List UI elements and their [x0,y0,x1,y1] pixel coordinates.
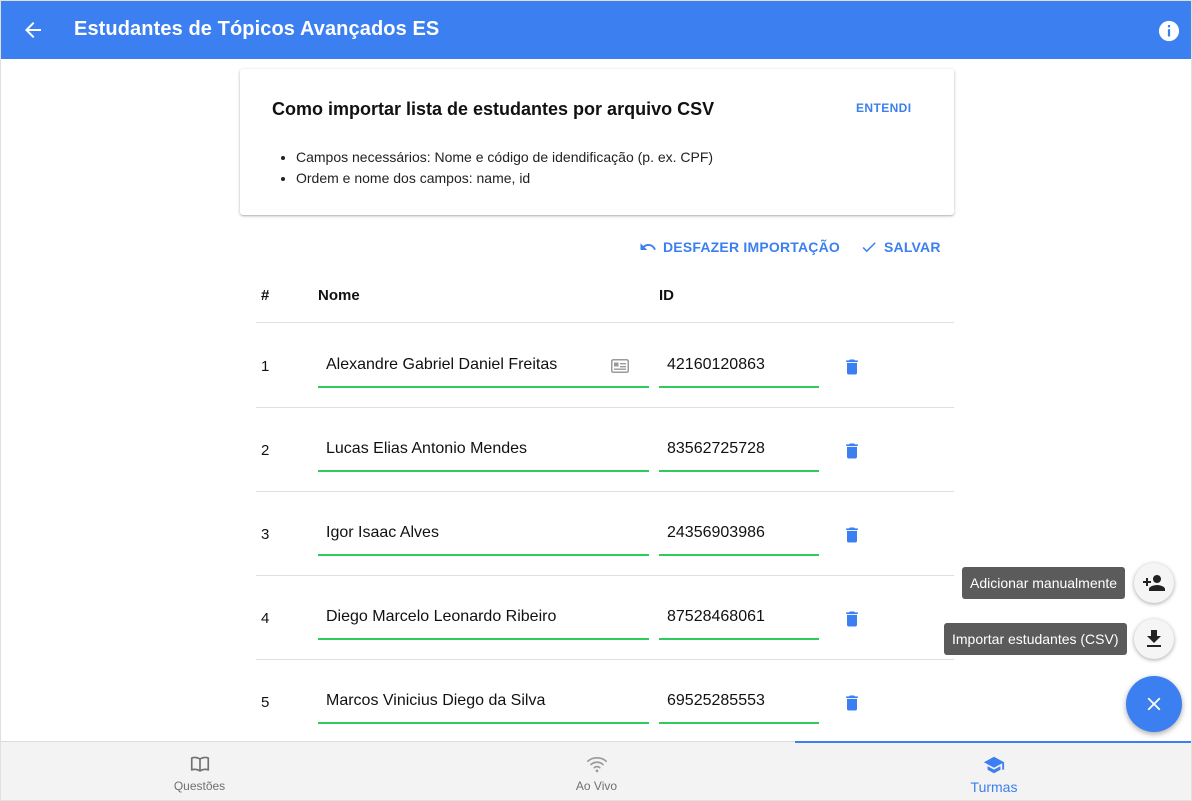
id-value: 69525285553 [667,692,765,709]
nav-item-turmas[interactable]: Turmas [795,741,1191,799]
id-field[interactable]: 24356903986 [659,514,819,556]
name-field[interactable]: Lucas Elias Antonio Mendes [318,430,649,472]
trash-icon[interactable] [842,356,862,378]
nav-label: Questões [173,779,226,793]
table-row: 2 Lucas Elias Antonio Mendes 83562725728 [256,408,954,492]
add-manual-tooltip: Adicionar manualmente [962,567,1126,599]
bottom-navigation: Questões Ao Vivo Turmas [1,741,1191,800]
table-row: 5 Marcos Vinicius Diego da Silva 6952528… [256,660,954,744]
id-value: 42160120863 [667,356,765,373]
arrow-left-icon[interactable] [21,18,45,42]
table-header: # Nome ID [256,283,954,323]
card-title: Como importar lista de estudantes por ar… [272,99,715,119]
add-manual-button[interactable] [1134,563,1174,603]
id-value: 24356903986 [667,524,765,541]
header-name: Nome [318,287,360,304]
undo-import-label: DESFAZER IMPORTAÇÃO [663,239,840,255]
csv-help-card: Como importar lista de estudantes por ar… [240,69,954,215]
id-field[interactable]: 83562725728 [659,430,819,472]
table-row: 1 Alexandre Gabriel Daniel Freitas 42160… [256,324,954,408]
id-field[interactable]: 42160120863 [659,346,819,388]
person-add-icon [1143,575,1165,591]
row-number: 4 [261,610,270,627]
name-value: Lucas Elias Antonio Mendes [326,440,528,457]
name-value: Igor Isaac Alves [326,524,439,541]
page-title: Estudantes de Tópicos Avançados ES [74,18,440,40]
id-value: 87528468061 [667,608,765,625]
name-field[interactable]: Igor Isaac Alves [318,514,649,556]
dismiss-button[interactable]: ENTENDI [856,101,911,115]
help-item: Campos necessários: Nome e código de ide… [296,147,713,168]
school-icon [983,756,1005,774]
row-number: 3 [261,526,270,543]
import-csv-button[interactable] [1134,619,1174,659]
app-window: Estudantes de Tópicos Avançados ES Como … [0,0,1192,801]
nav-label: Ao Vivo [575,779,618,793]
wifi-icon [586,756,607,773]
nav-item-ao-vivo[interactable]: Ao Vivo [398,742,795,800]
id-field[interactable]: 87528468061 [659,598,819,640]
table-row: 3 Igor Isaac Alves 24356903986 [256,492,954,576]
check-icon [862,242,876,253]
save-label: SALVAR [884,239,941,255]
undo-icon [640,243,656,250]
help-item: Ordem e nome dos campos: name, id [296,168,713,189]
id-value: 83562725728 [667,440,765,457]
help-list: Campos necessários: Nome e código de ide… [296,147,713,189]
close-icon [1147,697,1161,711]
contact-card-icon [611,359,629,373]
book-icon [190,756,209,772]
name-field[interactable]: Alexandre Gabriel Daniel Freitas [318,346,649,388]
table-row: 4 Diego Marcelo Leonardo Ribeiro 8752846… [256,576,954,660]
trash-icon[interactable] [842,440,862,462]
name-value: Alexandre Gabriel Daniel Freitas [326,356,558,373]
row-number: 5 [261,694,270,711]
app-bar: Estudantes de Tópicos Avançados ES [1,1,1191,59]
trash-icon[interactable] [842,692,862,714]
header-num: # [261,287,270,304]
info-icon[interactable] [1158,20,1180,42]
import-csv-tooltip: Importar estudantes (CSV) [944,623,1127,655]
row-number: 1 [261,358,270,375]
undo-import-button[interactable]: DESFAZER IMPORTAÇÃO [639,237,840,257]
speed-dial-close-button[interactable] [1126,676,1182,732]
save-button[interactable]: SALVAR [860,237,941,257]
name-field[interactable]: Diego Marcelo Leonardo Ribeiro [318,598,649,640]
header-id: ID [659,287,674,304]
name-value: Marcos Vinicius Diego da Silva [326,692,546,709]
name-field[interactable]: Marcos Vinicius Diego da Silva [318,682,649,724]
row-number: 2 [261,442,270,459]
trash-icon[interactable] [842,608,862,630]
id-field[interactable]: 69525285553 [659,682,819,724]
trash-icon[interactable] [842,524,862,546]
name-value: Diego Marcelo Leonardo Ribeiro [326,608,557,625]
download-icon [1147,630,1161,647]
nav-label: Turmas [970,779,1018,795]
nav-item-questoes[interactable]: Questões [1,742,398,800]
